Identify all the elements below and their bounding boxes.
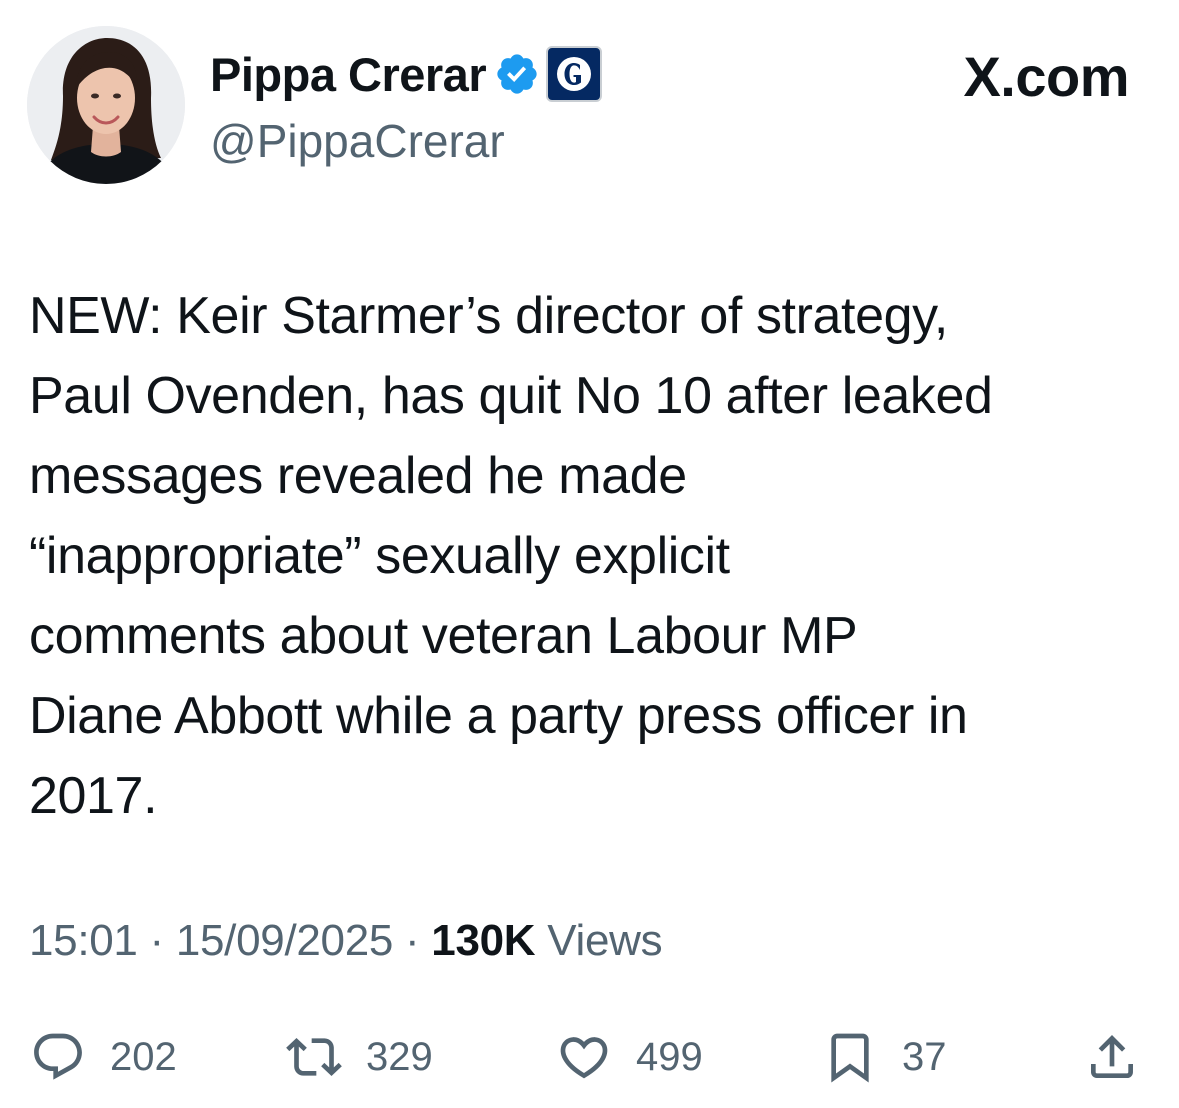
like-button[interactable]: 499: [556, 1026, 703, 1088]
avatar-portrait: [27, 26, 185, 184]
repost-button[interactable]: 329: [286, 1026, 433, 1088]
share-button[interactable]: [1084, 1026, 1140, 1088]
verified-badge-icon[interactable]: [494, 51, 540, 97]
views-label: Views: [547, 916, 663, 965]
guardian-logo-icon[interactable]: [546, 46, 603, 102]
reply-count: 202: [110, 1034, 177, 1079]
tweet-text: NEW: Keir Starmer’s director of strategy…: [29, 287, 993, 825]
repost-count: 329: [366, 1034, 433, 1079]
tweet-time[interactable]: 15:01: [29, 916, 138, 965]
avatar[interactable]: [27, 26, 185, 184]
bookmark-count: 37: [902, 1034, 947, 1079]
reply-button[interactable]: 202: [30, 1026, 177, 1088]
bookmark-button[interactable]: 37: [822, 1026, 947, 1088]
share-icon: [1091, 1035, 1133, 1078]
brand-watermark: X.com: [963, 45, 1129, 108]
meta-separator: ·: [405, 916, 420, 965]
tweet-meta: 15:01 · 15/09/2025 · 130K Views: [29, 916, 663, 966]
guardian-g-icon: [557, 57, 592, 91]
author-name-row: Pippa Crerar: [210, 44, 603, 104]
meta-separator: ·: [149, 916, 165, 965]
repost-icon: [286, 1038, 342, 1076]
reply-icon: [34, 1033, 82, 1080]
like-count: 499: [636, 1034, 703, 1079]
tweet-actions: 202 329 499 37: [0, 1026, 1179, 1088]
like-icon: [560, 1037, 608, 1079]
author-handle[interactable]: @PippaCrerar: [210, 114, 505, 168]
tweet-date[interactable]: 15/09/2025: [176, 916, 394, 965]
display-name[interactable]: Pippa Crerar: [210, 47, 487, 102]
bookmark-icon: [831, 1033, 869, 1083]
views-count[interactable]: 130K: [431, 916, 535, 965]
